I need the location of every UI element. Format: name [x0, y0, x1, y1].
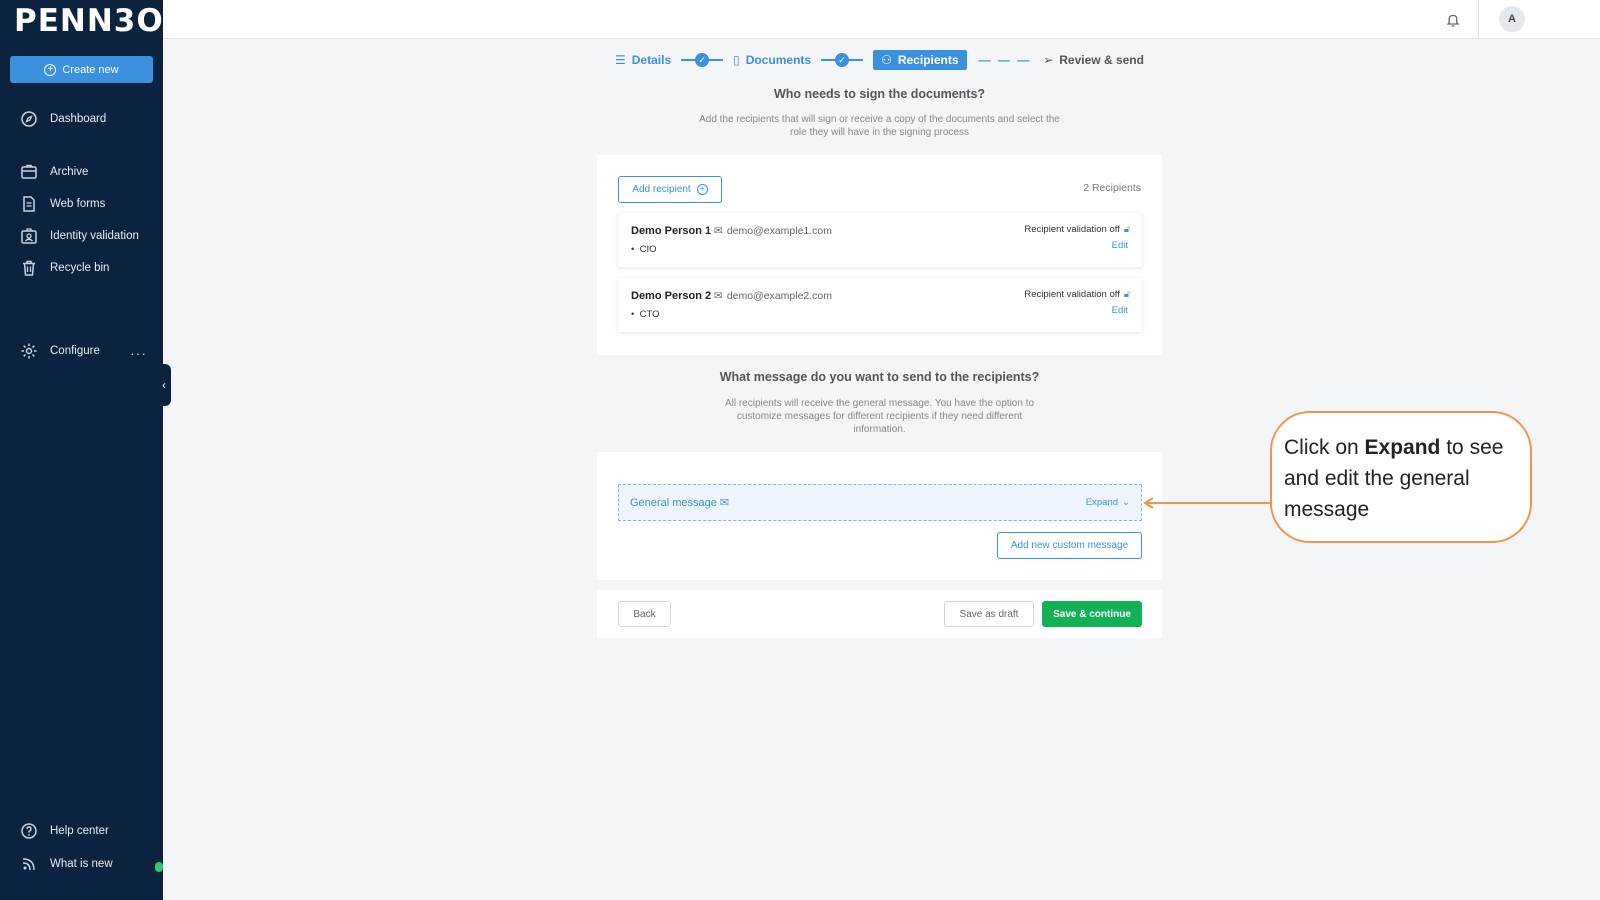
recipient-edit-link[interactable]: Edit [1112, 240, 1128, 251]
sidebar-item-label: Archive [50, 166, 89, 178]
new-indicator-dot [155, 862, 163, 872]
gear-icon [21, 343, 37, 359]
step-review-send[interactable]: ➢ Review & send [1043, 53, 1144, 67]
document-icon [23, 196, 35, 212]
unlock-icon: 🔓︎ [1123, 289, 1130, 300]
logo: PENN3O [14, 3, 164, 39]
help-icon [21, 823, 37, 839]
add-recipient-button[interactable]: Add recipient + [618, 176, 722, 203]
top-bar [163, 0, 1600, 39]
list-icon: ☰ [615, 53, 626, 67]
step-label: Details [631, 53, 672, 67]
tutorial-callout: Click on Expand to see and edit the gene… [1270, 411, 1532, 543]
recipient-row: Demo Person 2 ✉ demo@example2.com • CTO R… [618, 278, 1142, 332]
configure-more-button[interactable]: ··· [130, 345, 147, 361]
recipient-name: Demo Person 2 [631, 290, 712, 302]
recipients-card: Add recipient + 2 Recipients Demo Person… [597, 155, 1162, 355]
add-custom-message-button[interactable]: Add new custom message [997, 532, 1142, 559]
sidebar-item-label: Identity validation [50, 230, 139, 242]
recipient-validation: Recipient validation off 🔓︎ [1024, 289, 1130, 300]
recipient-validation: Recipient validation off 🔓︎ [1024, 224, 1130, 235]
sidebar-item-web-forms[interactable]: Web forms [20, 193, 105, 215]
step-label: Recipients [897, 53, 959, 67]
sidebar-item-recycle-bin[interactable]: Recycle bin [20, 257, 109, 279]
topbar-divider [1478, 0, 1479, 39]
collapse-sidebar-button[interactable]: ‹ [157, 364, 171, 406]
create-new-button[interactable]: + Create new [10, 56, 153, 83]
stepper: ☰ Details ✓ ▯ Documents ✓ ⚇ Recipients —… [615, 49, 1144, 71]
sidebar-item-archive[interactable]: Archive [20, 161, 88, 183]
archive-icon [21, 164, 37, 179]
chevron-down-icon: ⌄ [1122, 497, 1130, 508]
recipients-subtitle: Add the recipients that will sign or rec… [699, 114, 1060, 138]
chevron-left-icon: ‹ [162, 378, 166, 392]
plus-circle-icon: + [696, 184, 708, 195]
step-label: Documents [745, 53, 812, 67]
check-icon: ✓ [695, 53, 710, 67]
step-connector: ✓ [681, 53, 724, 67]
sidebar-item-label: Help center [50, 825, 109, 837]
file-icon: ▯ [733, 53, 740, 67]
save-draft-button[interactable]: Save as draft [944, 601, 1034, 627]
step-details[interactable]: ☰ Details [615, 53, 671, 67]
mail-icon: ✉ [714, 290, 723, 302]
broadcast-icon [22, 858, 35, 871]
step-recipients[interactable]: ⚇ Recipients [873, 50, 967, 70]
create-new-label: Create new [62, 63, 119, 76]
actions-card: Back Save as draft Save & continue [597, 590, 1162, 638]
recipient-email: ✉ demo@example2.com [714, 290, 833, 302]
mail-icon: ✉ [714, 225, 723, 237]
recipient-edit-link[interactable]: Edit [1112, 305, 1128, 316]
id-badge-icon [21, 228, 37, 244]
sidebar-item-label: Web forms [50, 198, 106, 210]
plus-circle-icon: + [44, 63, 57, 76]
recipients-title: Who needs to sign the documents? [773, 87, 986, 101]
recipient-email: ✉ demo@example1.com [714, 225, 833, 237]
sidebar-item-help-center[interactable]: Help center [20, 820, 109, 842]
step-label: Review & send [1059, 53, 1144, 67]
sidebar-item-dashboard[interactable]: Dashboard [20, 108, 106, 130]
back-button[interactable]: Back [618, 601, 671, 627]
step-connector-dashed: — — — [978, 53, 1032, 67]
message-card: General message ✉ Expand ⌄ Add new custom… [597, 452, 1162, 580]
expand-button[interactable]: Expand ⌄ [1086, 497, 1130, 508]
trash-icon [23, 260, 35, 276]
send-icon: ➢ [1043, 53, 1054, 67]
sidebar-item-identity-validation[interactable]: Identity validation [20, 225, 139, 247]
sidebar-item-configure[interactable]: Configure [20, 340, 100, 362]
general-message-row[interactable]: General message ✉ Expand ⌄ [618, 484, 1142, 521]
step-documents[interactable]: ▯ Documents [733, 53, 811, 67]
recipient-count: 2 Recipients [1083, 182, 1141, 194]
unlock-icon: 🔓︎ [1123, 224, 1130, 235]
sidebar-item-what-is-new[interactable]: What is new [20, 853, 113, 875]
recipient-role: • CTO [631, 309, 660, 320]
general-message-label: General message ✉ [630, 497, 730, 509]
users-icon: ⚇ [881, 53, 892, 67]
compass-icon [21, 111, 37, 127]
bell-icon[interactable] [1446, 12, 1460, 28]
sidebar-item-label: What is new [50, 858, 113, 870]
check-icon: ✓ [835, 53, 850, 67]
recipient-role: • CIO [631, 244, 657, 255]
message-subtitle: All recipients will receive the general … [724, 398, 1035, 435]
step-connector: ✓ [821, 53, 864, 67]
add-recipient-label: Add recipient [632, 184, 691, 195]
message-title: What message do you want to send to the … [719, 370, 1040, 384]
sidebar: PENN3O + Create new Dashboard Archive We… [0, 0, 163, 900]
sidebar-item-label: Recycle bin [50, 262, 110, 274]
mail-icon: ✉ [719, 497, 730, 509]
sidebar-item-label: Dashboard [50, 113, 107, 125]
recipient-row: Demo Person 1 ✉ demo@example1.com • CIO R… [618, 213, 1142, 267]
recipient-name: Demo Person 1 [631, 225, 712, 237]
sidebar-item-label: Configure [50, 345, 100, 357]
callout-arrow [1143, 497, 1271, 509]
avatar[interactable]: A [1499, 6, 1525, 32]
save-continue-button[interactable]: Save & continue [1042, 601, 1142, 627]
